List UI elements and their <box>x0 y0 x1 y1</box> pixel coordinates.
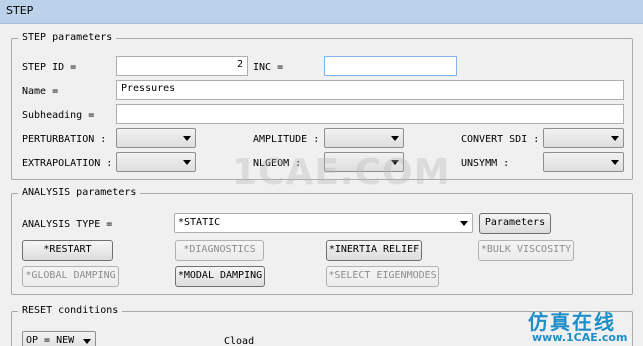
step-id-field[interactable]: 2 <box>116 56 248 76</box>
perturbation-label: PERTURBATION : <box>22 134 107 145</box>
reset-conditions-legend: RESET conditions <box>18 305 123 316</box>
modal-damping-button[interactable]: *MODAL DAMPING <box>175 266 265 287</box>
analysis-type-value: *STATIC <box>178 217 221 228</box>
center-watermark: 1CAE.COM <box>232 152 451 193</box>
inertia-relief-button[interactable]: *INERTIA RELIEF <box>326 240 422 261</box>
perturbation-dropdown[interactable] <box>116 128 196 148</box>
chevron-down-icon <box>391 136 399 141</box>
convert-sdi-dropdown[interactable] <box>543 128 624 148</box>
analysis-parameters-legend: ANALYSIS parameters <box>18 187 141 198</box>
cload-label: Cload <box>224 336 255 346</box>
unsymm-dropdown[interactable] <box>543 152 624 172</box>
bulk-viscosity-button[interactable]: *BULK VISCOSITY <box>478 240 574 261</box>
analysis-type-label: ANALYSIS TYPE = <box>22 219 113 230</box>
global-damping-button[interactable]: *GLOBAL DAMPING <box>22 266 119 287</box>
amplitude-dropdown[interactable] <box>324 128 404 148</box>
diagnostics-button[interactable]: *DIAGNOSTICS <box>175 240 264 261</box>
op-value: OP = NEW <box>26 335 75 346</box>
select-eigenmodes-button[interactable]: *SELECT EIGENMODES <box>326 266 439 287</box>
subheading-label: Subheading = <box>22 110 95 121</box>
name-label: Name = <box>22 86 59 97</box>
title-bar: STEP <box>0 0 643 24</box>
amplitude-label: AMPLITUDE : <box>253 134 320 145</box>
chevron-down-icon <box>611 136 619 141</box>
chevron-down-icon <box>183 160 191 165</box>
extrapolation-label: EXTRAPOLATION : <box>22 158 113 169</box>
corner-watermark-site: www.1CAE.com <box>532 331 628 344</box>
op-dropdown[interactable]: OP = NEW <box>22 331 96 346</box>
chevron-down-icon <box>83 339 91 344</box>
extrapolation-dropdown[interactable] <box>116 152 196 172</box>
restart-button[interactable]: *RESTART <box>22 240 113 261</box>
subheading-field[interactable] <box>116 104 624 124</box>
parameters-button[interactable]: Parameters <box>479 213 551 234</box>
unsymm-label: UNSYMM : <box>461 158 510 169</box>
step-id-label: STEP ID = <box>22 62 77 73</box>
convert-sdi-label: CONVERT SDI : <box>461 134 540 145</box>
analysis-type-dropdown[interactable]: *STATIC <box>174 213 473 233</box>
inc-label: INC = <box>253 62 284 73</box>
step-parameters-legend: STEP parameters <box>18 32 117 43</box>
name-field[interactable]: Pressures <box>116 80 624 100</box>
inc-field[interactable] <box>324 56 457 76</box>
step-dialog: STEP STEP parameters STEP ID = 2 INC = N… <box>0 0 643 346</box>
chevron-down-icon <box>611 160 619 165</box>
window-title: STEP <box>6 4 34 17</box>
chevron-down-icon <box>460 221 468 226</box>
chevron-down-icon <box>183 136 191 141</box>
